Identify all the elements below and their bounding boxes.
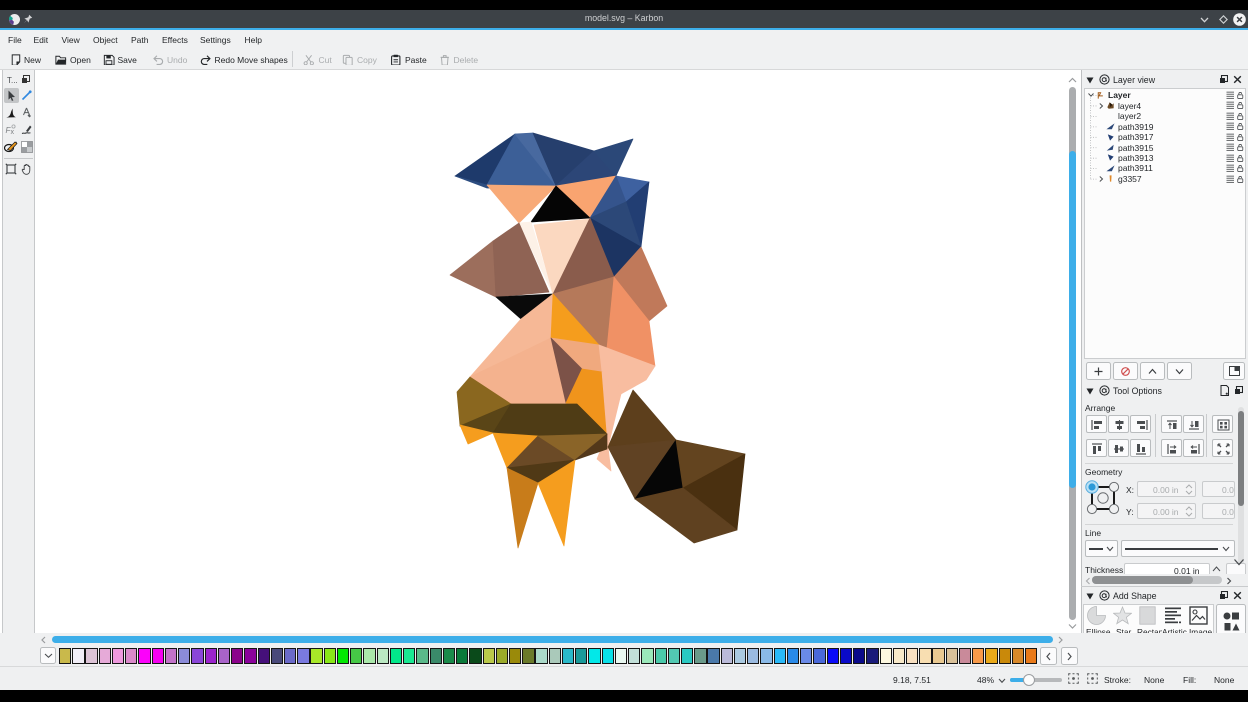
svg-text:x: x xyxy=(11,129,15,136)
